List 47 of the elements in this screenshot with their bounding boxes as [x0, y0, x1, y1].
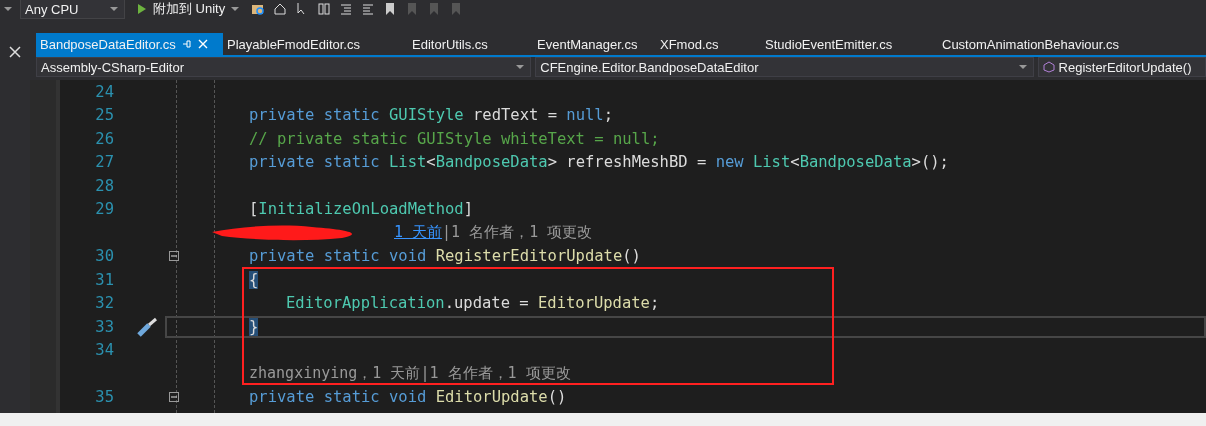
outdent-icon[interactable]	[361, 2, 376, 16]
line-number: 24	[94, 82, 114, 101]
line-number: 26	[94, 129, 114, 148]
code-line: EditorApplication.update = EditorUpdate;	[286, 294, 660, 313]
file-tab[interactable]: PlayableFmodEditor.cs	[223, 33, 408, 55]
code-line: // private static GUIStyle whiteText = null;	[249, 129, 660, 148]
line-number: 31	[94, 270, 114, 289]
attach-button[interactable]: 附加到 Unity	[133, 0, 244, 18]
platform-dropdown[interactable]: Any CPU	[20, 0, 125, 19]
line-number: 25	[94, 106, 114, 125]
layout-icon[interactable]	[317, 2, 332, 16]
line-number: 28	[94, 176, 114, 195]
pin-icon[interactable]	[181, 39, 192, 49]
caret-icon[interactable]	[4, 7, 12, 11]
line-number: 27	[94, 153, 114, 172]
line-number: 29	[94, 200, 114, 219]
file-tab[interactable]: EditorUtils.cs	[408, 33, 533, 55]
play-icon	[137, 3, 147, 15]
folder-search-icon[interactable]	[251, 2, 266, 16]
code-line: private static List<BandposeData> refreshMeshBD = new List<BandposeData>();	[249, 153, 949, 172]
file-tab[interactable]: EventManager.cs	[533, 33, 656, 55]
file-tab[interactable]: BandposeDataEditor.cs	[36, 33, 223, 55]
line-number: 33	[94, 317, 114, 336]
code-line: private static void EditorUpdate()	[249, 388, 567, 407]
code-line: private static GUIStyle redText = null;	[249, 106, 613, 125]
codelens-info: 1 天前|1 名作者，1 项更改	[394, 223, 593, 243]
history-link[interactable]: 1 天前	[394, 223, 443, 242]
home-icon[interactable]	[273, 2, 288, 16]
line-number: 34	[94, 341, 114, 360]
file-tab[interactable]: StudioEventEmitter.cs	[761, 33, 938, 55]
method-icon	[1042, 61, 1055, 73]
screwdriver-icon[interactable]	[136, 315, 160, 338]
code-line: [InitializeOnLoadMethod]	[249, 200, 473, 219]
collapse-icon[interactable]	[169, 392, 179, 403]
type-dropdown[interactable]: CFEngine.Editor.BandposeDataEditor	[535, 57, 1034, 77]
file-tab[interactable]: XFmod.cs	[656, 33, 761, 55]
collapse-icon[interactable]	[169, 251, 179, 262]
line-number: 35	[94, 388, 114, 407]
file-tab[interactable]: CustomAnimationBehaviour.cs	[938, 33, 1138, 55]
member-dropdown[interactable]: RegisterEditorUpdate()	[1037, 57, 1206, 77]
indent-icon[interactable]	[339, 2, 354, 16]
line-number: 32	[94, 294, 114, 313]
project-dropdown[interactable]: Assembly-CSharp-Editor	[36, 57, 532, 77]
line-number: 30	[94, 247, 114, 266]
code-line: private static void RegisterEditorUpdate()	[249, 247, 641, 266]
close-icon[interactable]	[9, 46, 21, 58]
codelens-info: zhangxinying，1 天前|1 名作者，1 项更改	[249, 364, 571, 384]
